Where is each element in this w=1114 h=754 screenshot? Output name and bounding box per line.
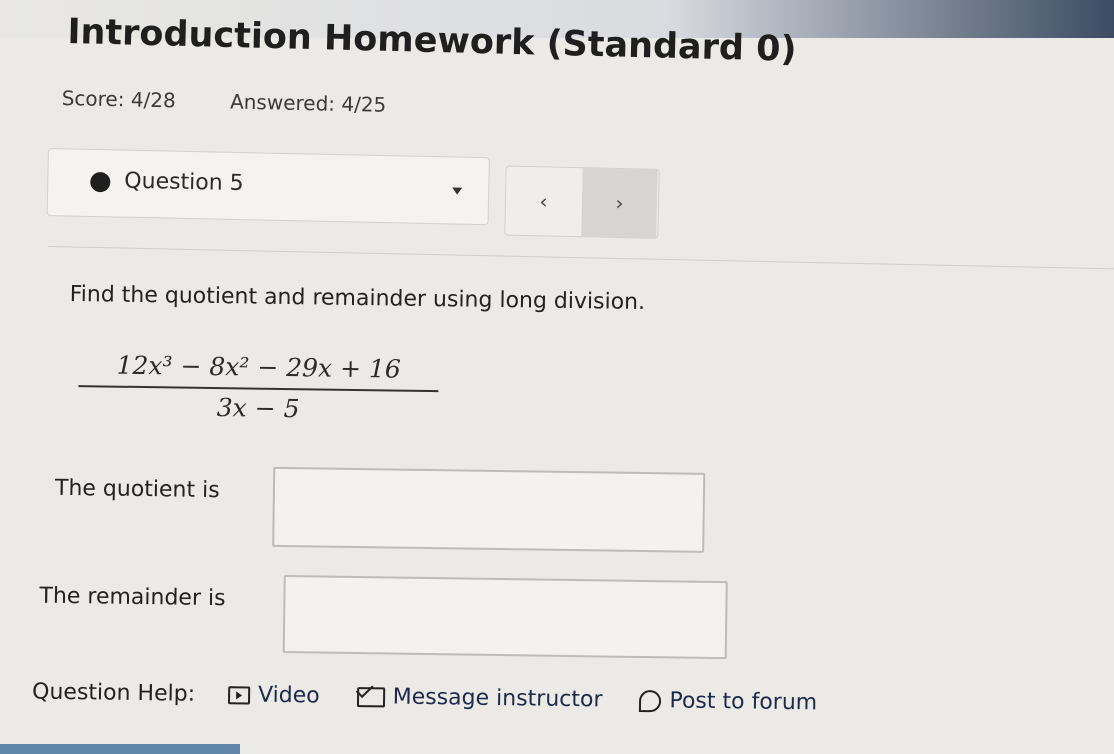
post-to-forum-label: Post to forum [669,688,818,716]
score-text: Score: 4/28 [61,86,177,113]
homework-page: Introduction Homework (Standard 0) Score… [0,0,1114,754]
score-line: Score: 4/28 Answered: 4/25 [61,86,434,118]
message-instructor-link[interactable]: Message instructor [356,684,603,713]
chevron-down-icon [452,187,463,195]
expression-numerator: 12x³ − 8x² − 29x + 16 [78,350,439,393]
bottom-accent-strip [0,744,240,754]
video-link-label: Video [257,682,320,709]
question-help-bar: Question Help: Video Message instructor … [32,680,847,716]
post-to-forum-link[interactable]: Post to forum [639,688,817,715]
question-nav-bar: Question 5 ‹ › [46,148,1114,271]
question-select[interactable]: Question 5 [46,148,490,226]
quotient-input[interactable] [272,466,706,553]
question-help-label: Question Help: [31,679,196,707]
mail-icon [356,687,385,708]
message-instructor-label: Message instructor [392,684,603,713]
next-question-button[interactable]: › [581,168,658,238]
division-expression: 12x³ − 8x² − 29x + 16 3x − 5 [78,350,439,425]
question-prompt: Find the quotient and remainder using lo… [69,281,646,316]
answered-text: Answered: 4/25 [229,89,387,117]
remainder-label: The remainder is [39,583,226,612]
status-dot-icon [90,171,111,193]
video-icon [227,686,251,705]
previous-question-button[interactable]: ‹ [505,167,581,237]
speech-bubble-icon [639,689,662,713]
question-select-label: Question 5 [124,168,244,197]
quotient-label: The quotient is [54,475,220,504]
video-link[interactable]: Video [227,682,320,709]
question-pager: ‹ › [504,165,660,239]
page-title: Introduction Homework (Standard 0) [67,12,798,70]
expression-denominator: 3x − 5 [216,393,300,424]
remainder-input[interactable] [282,575,728,660]
question-content: Find the quotient and remainder using lo… [32,272,1070,746]
